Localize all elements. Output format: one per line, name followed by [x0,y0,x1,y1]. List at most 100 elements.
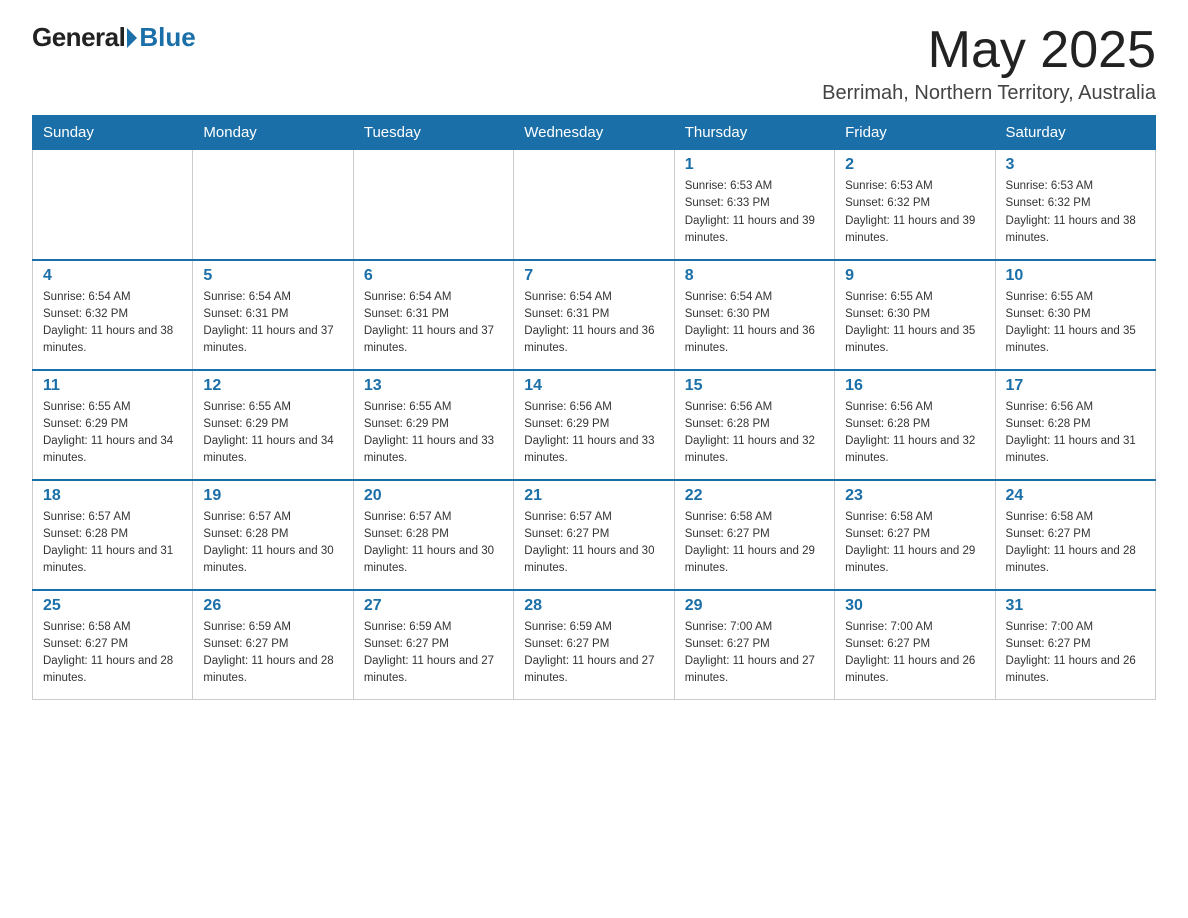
logo-blue-text: Blue [139,24,195,50]
calendar-week-row: 4 Sunrise: 6:54 AM Sunset: 6:32 PM Daylig… [33,260,1156,370]
calendar-cell: 27 Sunrise: 6:59 AM Sunset: 6:27 PM Dayli… [353,590,513,700]
calendar-cell: 31 Sunrise: 7:00 AM Sunset: 6:27 PM Dayli… [995,590,1155,700]
day-info: Sunrise: 7:00 AM Sunset: 6:27 PM Dayligh… [685,619,824,688]
calendar-cell: 15 Sunrise: 6:56 AM Sunset: 6:28 PM Dayli… [674,370,834,480]
column-header-sunday: Sunday [33,116,193,150]
day-number: 10 [1006,267,1145,285]
logo: General Blue [32,24,196,50]
calendar-cell [33,150,193,260]
calendar-cell [514,150,674,260]
calendar-cell: 23Sunrise: 6:58 AM Sunset: 6:27 PM Dayli… [835,480,995,590]
day-info: Sunrise: 6:57 AM Sunset: 6:28 PM Dayligh… [203,509,342,578]
day-number: 31 [1006,597,1145,615]
day-number: 7 [524,267,663,285]
day-number: 8 [685,267,824,285]
day-number: 30 [845,597,984,615]
calendar-cell: 30 Sunrise: 7:00 AM Sunset: 6:27 PM Dayli… [835,590,995,700]
day-info: Sunrise: 6:53 AM Sunset: 6:32 PM Dayligh… [845,178,984,247]
day-info: Sunrise: 6:56 AM Sunset: 6:28 PM Dayligh… [685,399,824,468]
day-info: Sunrise: 6:53 AM Sunset: 6:33 PM Dayligh… [685,178,824,247]
calendar-cell: 16 Sunrise: 6:56 AM Sunset: 6:28 PM Dayli… [835,370,995,480]
calendar-cell: 1Sunrise: 6:53 AM Sunset: 6:33 PM Daylig… [674,150,834,260]
day-number: 21 [524,487,663,505]
day-number: 24 [1006,487,1145,505]
day-info: Sunrise: 6:59 AM Sunset: 6:27 PM Dayligh… [364,619,503,688]
column-header-wednesday: Wednesday [514,116,674,150]
calendar-week-row: 18 Sunrise: 6:57 AM Sunset: 6:28 PM Dayli… [33,480,1156,590]
location-subtitle: Berrimah, Northern Territory, Australia [822,82,1156,105]
day-info: Sunrise: 6:59 AM Sunset: 6:27 PM Dayligh… [524,619,663,688]
calendar-cell: 7 Sunrise: 6:54 AM Sunset: 6:31 PM Daylig… [514,260,674,370]
day-number: 13 [364,377,503,395]
day-info: Sunrise: 6:54 AM Sunset: 6:31 PM Dayligh… [364,289,503,358]
day-number: 16 [845,377,984,395]
calendar-cell: 6 Sunrise: 6:54 AM Sunset: 6:31 PM Daylig… [353,260,513,370]
day-info: Sunrise: 6:58 AM Sunset: 6:27 PM Dayligh… [685,509,824,578]
calendar-cell: 17 Sunrise: 6:56 AM Sunset: 6:28 PM Dayli… [995,370,1155,480]
calendar-week-row: 1Sunrise: 6:53 AM Sunset: 6:33 PM Daylig… [33,150,1156,260]
calendar-cell: 11Sunrise: 6:55 AM Sunset: 6:29 PM Dayli… [33,370,193,480]
logo-general-text: General [32,24,125,50]
day-info: Sunrise: 6:57 AM Sunset: 6:27 PM Dayligh… [524,509,663,578]
calendar-cell: 13 Sunrise: 6:55 AM Sunset: 6:29 PM Dayli… [353,370,513,480]
page-header: General Blue May 2025 Berrimah, Northern… [32,24,1156,105]
calendar-cell: 12 Sunrise: 6:55 AM Sunset: 6:29 PM Dayli… [193,370,353,480]
day-number: 20 [364,487,503,505]
title-block: May 2025 Berrimah, Northern Territory, A… [822,24,1156,105]
day-number: 4 [43,267,182,285]
column-header-tuesday: Tuesday [353,116,513,150]
day-number: 2 [845,156,984,174]
calendar-cell: 26Sunrise: 6:59 AM Sunset: 6:27 PM Dayli… [193,590,353,700]
day-info: Sunrise: 6:55 AM Sunset: 6:30 PM Dayligh… [1006,289,1145,358]
day-info: Sunrise: 6:53 AM Sunset: 6:32 PM Dayligh… [1006,178,1145,247]
calendar-cell [193,150,353,260]
day-number: 26 [203,597,342,615]
calendar-cell: 14 Sunrise: 6:56 AM Sunset: 6:29 PM Dayli… [514,370,674,480]
column-header-friday: Friday [835,116,995,150]
day-number: 18 [43,487,182,505]
calendar-cell: 22 Sunrise: 6:58 AM Sunset: 6:27 PM Dayli… [674,480,834,590]
day-number: 28 [524,597,663,615]
day-number: 25 [43,597,182,615]
day-number: 3 [1006,156,1145,174]
day-number: 15 [685,377,824,395]
calendar-cell: 18Sunrise: 6:57 AM Sunset: 6:28 PM Dayli… [33,480,193,590]
day-info: Sunrise: 6:55 AM Sunset: 6:29 PM Dayligh… [364,399,503,468]
calendar-header-row: SundayMondayTuesdayWednesdayThursdayFrid… [33,116,1156,150]
day-number: 11 [43,377,182,395]
calendar-cell: 8Sunrise: 6:54 AM Sunset: 6:30 PM Daylig… [674,260,834,370]
calendar-cell: 4 Sunrise: 6:54 AM Sunset: 6:32 PM Daylig… [33,260,193,370]
day-info: Sunrise: 6:54 AM Sunset: 6:31 PM Dayligh… [524,289,663,358]
day-number: 27 [364,597,503,615]
day-info: Sunrise: 6:55 AM Sunset: 6:29 PM Dayligh… [203,399,342,468]
day-info: Sunrise: 6:54 AM Sunset: 6:31 PM Dayligh… [203,289,342,358]
calendar-cell: 19 Sunrise: 6:57 AM Sunset: 6:28 PM Dayli… [193,480,353,590]
calendar-cell: 24Sunrise: 6:58 AM Sunset: 6:27 PM Dayli… [995,480,1155,590]
month-year-title: May 2025 [822,24,1156,76]
day-info: Sunrise: 6:58 AM Sunset: 6:27 PM Dayligh… [43,619,182,688]
calendar-week-row: 25 Sunrise: 6:58 AM Sunset: 6:27 PM Dayli… [33,590,1156,700]
day-number: 6 [364,267,503,285]
calendar-cell: 2 Sunrise: 6:53 AM Sunset: 6:32 PM Daylig… [835,150,995,260]
day-info: Sunrise: 6:55 AM Sunset: 6:30 PM Dayligh… [845,289,984,358]
column-header-monday: Monday [193,116,353,150]
day-number: 12 [203,377,342,395]
day-info: Sunrise: 6:57 AM Sunset: 6:28 PM Dayligh… [364,509,503,578]
day-info: Sunrise: 6:56 AM Sunset: 6:28 PM Dayligh… [1006,399,1145,468]
calendar-cell: 9Sunrise: 6:55 AM Sunset: 6:30 PM Daylig… [835,260,995,370]
calendar-cell: 5Sunrise: 6:54 AM Sunset: 6:31 PM Daylig… [193,260,353,370]
day-number: 17 [1006,377,1145,395]
calendar-cell: 21 Sunrise: 6:57 AM Sunset: 6:27 PM Dayli… [514,480,674,590]
day-info: Sunrise: 7:00 AM Sunset: 6:27 PM Dayligh… [845,619,984,688]
day-info: Sunrise: 7:00 AM Sunset: 6:27 PM Dayligh… [1006,619,1145,688]
calendar-cell: 29Sunrise: 7:00 AM Sunset: 6:27 PM Dayli… [674,590,834,700]
calendar-cell: 20 Sunrise: 6:57 AM Sunset: 6:28 PM Dayli… [353,480,513,590]
day-number: 22 [685,487,824,505]
day-info: Sunrise: 6:54 AM Sunset: 6:32 PM Dayligh… [43,289,182,358]
day-number: 19 [203,487,342,505]
logo-arrow-icon [127,28,137,48]
day-number: 14 [524,377,663,395]
calendar-cell: 28 Sunrise: 6:59 AM Sunset: 6:27 PM Dayli… [514,590,674,700]
day-info: Sunrise: 6:56 AM Sunset: 6:29 PM Dayligh… [524,399,663,468]
day-info: Sunrise: 6:56 AM Sunset: 6:28 PM Dayligh… [845,399,984,468]
